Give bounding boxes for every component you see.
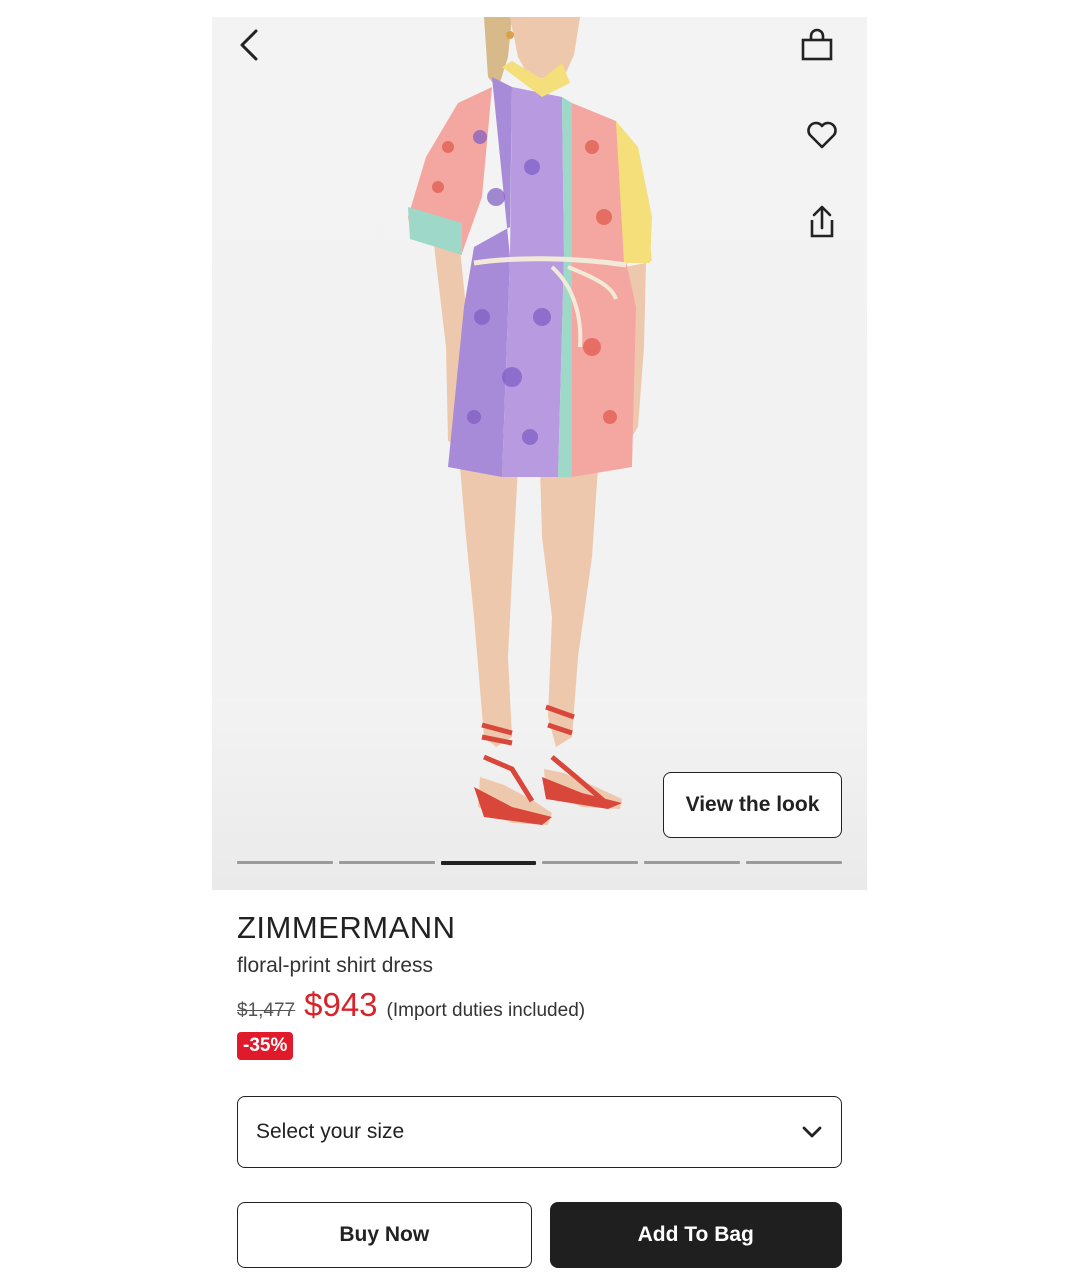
discount-badge: -35% (237, 1032, 294, 1060)
share-icon (810, 205, 834, 238)
duties-note: (Import duties included) (386, 1000, 586, 1021)
shopping-bag-icon (801, 28, 833, 61)
gallery-indicator-active[interactable] (440, 861, 537, 865)
gallery-indicator[interactable] (746, 861, 842, 864)
size-select-label: Select your size (256, 1120, 405, 1143)
shopping-bag-button[interactable] (795, 23, 839, 67)
back-button[interactable] (228, 23, 272, 67)
product-image (212, 17, 867, 890)
gallery-indicator[interactable] (338, 861, 435, 864)
add-to-bag-button[interactable]: Add To Bag (549, 1202, 842, 1268)
price-row: $1,477 $943 (Import duties included) (237, 986, 842, 1024)
product-page: View the look ZIMMERMANN floral-print sh… (212, 0, 867, 1280)
product-name: floral-print shirt dress (237, 954, 434, 977)
brand-name[interactable]: ZIMMERMANN (237, 908, 842, 948)
heart-icon (807, 121, 837, 149)
wishlist-button[interactable] (800, 113, 844, 157)
purchase-actions: Buy Now Add To Bag (237, 1202, 842, 1268)
gallery-indicator[interactable] (644, 861, 741, 864)
chevron-down-icon (802, 1126, 822, 1138)
share-button[interactable] (800, 200, 844, 244)
sale-price: $943 (304, 986, 378, 1023)
view-the-look-button[interactable]: View the look (663, 772, 842, 838)
gallery-indicator[interactable] (237, 861, 333, 864)
chevron-left-icon (240, 29, 258, 61)
original-price: $1,477 (237, 1000, 296, 1021)
buy-now-button[interactable]: Buy Now (237, 1202, 532, 1268)
product-gallery[interactable]: View the look (212, 17, 867, 890)
product-info: ZIMMERMANN floral-print shirt dress $1,4… (237, 908, 842, 1060)
gallery-indicators (237, 861, 842, 865)
size-select[interactable]: Select your size (237, 1096, 842, 1168)
gallery-indicator[interactable] (542, 861, 639, 864)
